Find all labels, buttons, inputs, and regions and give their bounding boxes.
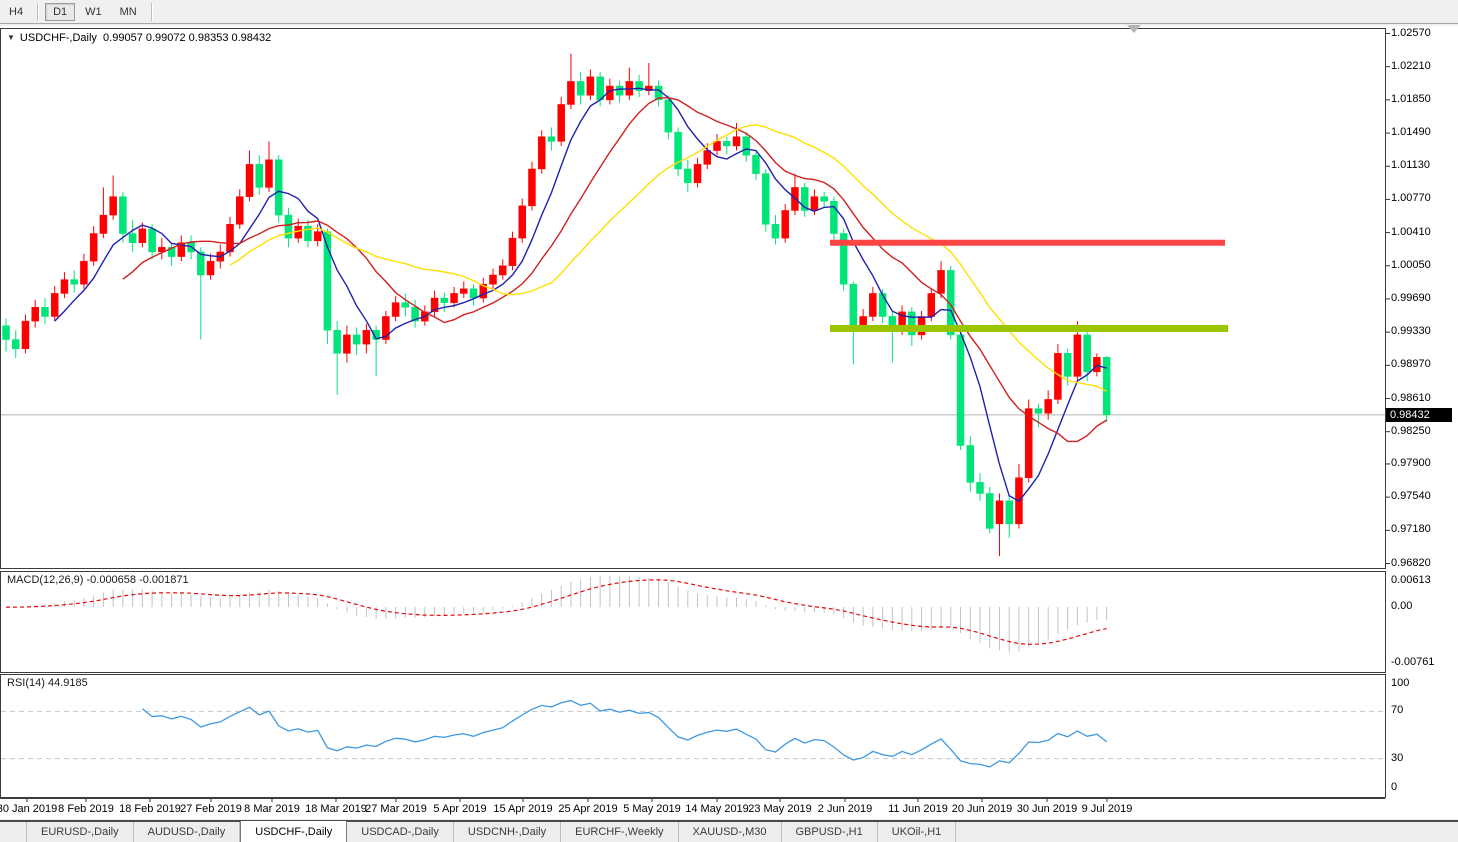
chart-canvas[interactable] (0, 26, 1458, 819)
date-tick-label: 15 Apr 2019 (493, 803, 552, 815)
tab-eurchf-weekly[interactable]: EURCHF-,Weekly (561, 822, 678, 842)
toolbar-divider (37, 3, 39, 21)
price-tick-label: 1.01130 (1391, 159, 1430, 171)
price-tick-label: 1.02570 (1391, 27, 1431, 39)
chart-ohlc-values: 0.99057 0.99072 0.98353 0.98432 (103, 32, 271, 44)
timeframe-h4-button[interactable]: H4 (1, 3, 31, 21)
price-tick-label: 1.01850 (1391, 93, 1431, 105)
resistance-hline (830, 240, 1225, 246)
macd-tick-label: 0.00613 (1391, 574, 1431, 586)
price-tick-label: 0.96820 (1391, 557, 1431, 569)
timeframe-toolbar: H4 D1 W1 MN (0, 0, 1458, 24)
rsi-indicator-label: RSI(14) 44.9185 (7, 677, 88, 689)
macd-indicator-label: MACD(12,26,9) -0.000658 -0.001871 (7, 574, 189, 586)
date-tick-label: 8 Feb 2019 (58, 803, 114, 815)
tab-eurusd-daily[interactable]: EURUSD-,Daily (26, 822, 134, 842)
price-tick-label: 0.99330 (1391, 325, 1431, 337)
price-tick-label: 0.99690 (1391, 292, 1431, 304)
rsi-tick-label: 100 (1391, 677, 1409, 689)
price-tick-label: 0.98610 (1391, 392, 1431, 404)
chart-tab-bar: EURUSD-,Daily AUDUSD-,Daily USDCHF-,Dail… (0, 820, 1458, 842)
rsi-tick-label: 0 (1391, 781, 1397, 793)
toolbar-divider (151, 3, 153, 21)
price-tick-label: 0.97900 (1391, 457, 1431, 469)
rsi-tick-label: 70 (1391, 704, 1403, 716)
chart-shift-marker-icon[interactable] (1127, 25, 1141, 33)
rsi-tick-label: 30 (1391, 752, 1403, 764)
chart-title: ▼ USDCHF-,Daily 0.99057 0.99072 0.98353 0… (7, 32, 271, 44)
macd-tick-label: -0.00761 (1391, 656, 1434, 668)
timeframe-mn-button[interactable]: MN (112, 3, 145, 21)
date-tick-label: 20 Jun 2019 (952, 803, 1013, 815)
date-tick-label: 5 May 2019 (623, 803, 680, 815)
macd-tick-label: 0.00 (1391, 600, 1412, 612)
date-tick-label: 8 Mar 2019 (244, 803, 300, 815)
mt4-terminal: H4 D1 W1 MN ▼ USDCHF-,Daily 0.99057 0.990… (0, 0, 1458, 842)
tab-ukoil-h1[interactable]: UKOil-,H1 (878, 822, 957, 842)
tab-usdchf-daily[interactable]: USDCHF-,Daily (240, 821, 347, 842)
tab-audusd-daily[interactable]: AUDUSD-,Daily (134, 822, 241, 842)
price-tick-label: 1.01490 (1391, 126, 1431, 138)
date-tick-label: 5 Apr 2019 (433, 803, 486, 815)
support-hline (830, 325, 1228, 332)
date-tick-label: 23 May 2019 (748, 803, 812, 815)
price-tick-label: 0.98970 (1391, 358, 1431, 370)
timeframe-d1-button[interactable]: D1 (45, 3, 75, 21)
date-tick-label: 30 Jun 2019 (1017, 803, 1078, 815)
price-tick-label: 1.02210 (1391, 60, 1431, 72)
tab-gbpusd-h1[interactable]: GBPUSD-,H1 (782, 822, 878, 842)
date-tick-label: 27 Mar 2019 (365, 803, 427, 815)
timeframe-w1-button[interactable]: W1 (77, 3, 110, 21)
price-tick-label: 0.98250 (1391, 425, 1431, 437)
price-tick-label: 1.00770 (1391, 192, 1431, 204)
price-tick-label: 1.00410 (1391, 226, 1431, 238)
date-tick-label: 25 Apr 2019 (558, 803, 617, 815)
date-tick-label: 18 Mar 2019 (305, 803, 367, 815)
date-tick-label: 27 Feb 2019 (180, 803, 242, 815)
chart-window[interactable]: ▼ USDCHF-,Daily 0.99057 0.99072 0.98353 0… (0, 26, 1458, 819)
price-tick-label: 0.97540 (1391, 490, 1431, 502)
tab-usdcad-daily[interactable]: USDCAD-,Daily (347, 822, 454, 842)
price-tick-label: 1.00050 (1391, 259, 1431, 271)
chart-symbol-label: USDCHF-,Daily (20, 32, 97, 44)
price-tick-label: 0.97180 (1391, 523, 1431, 535)
date-tick-label: 11 Jun 2019 (888, 803, 948, 815)
tab-xauusd-m30[interactable]: XAUUSD-,M30 (679, 822, 782, 842)
date-tick-label: 14 May 2019 (685, 803, 749, 815)
current-price-box: 0.98432 (1386, 408, 1452, 422)
date-tick-label: 9 Jul 2019 (1082, 803, 1133, 815)
date-tick-label: 30 Jan 2019 (0, 803, 57, 815)
tab-usdcnh-daily[interactable]: USDCNH-,Daily (454, 822, 561, 842)
date-tick-label: 2 Jun 2019 (818, 803, 872, 815)
date-tick-label: 18 Feb 2019 (119, 803, 181, 815)
collapse-arrow-icon[interactable]: ▼ (7, 33, 15, 42)
